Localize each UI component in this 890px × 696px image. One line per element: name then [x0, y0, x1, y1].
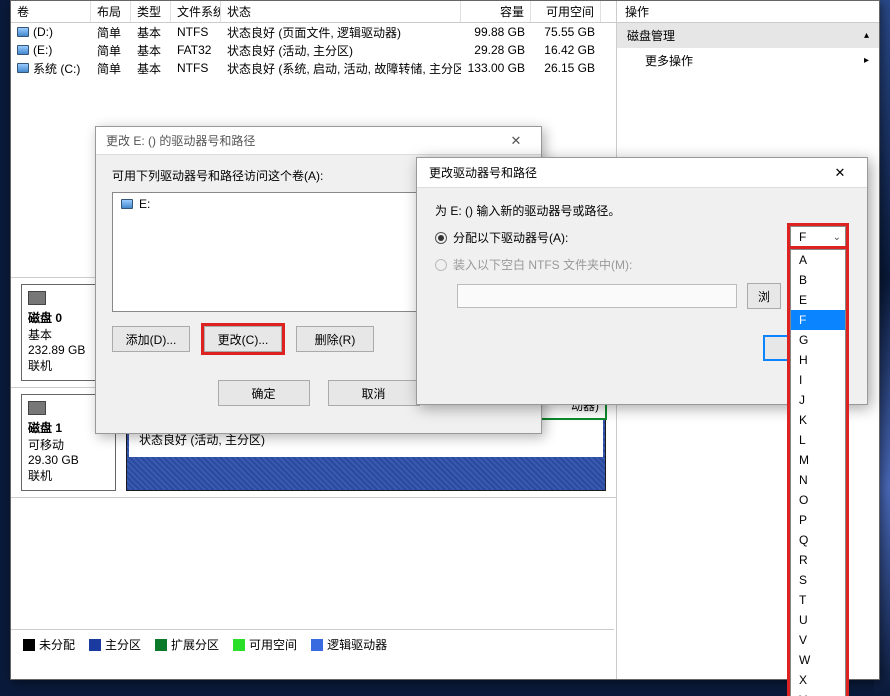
cancel-button[interactable]: 取消 — [328, 380, 420, 406]
drive-letter-combo[interactable]: F ⌄ — [790, 226, 846, 248]
dialog2-intro: 为 E: () 输入新的驱动器号或路径。 — [435, 202, 849, 219]
col-status[interactable]: 状态 — [221, 1, 461, 22]
drive-letter-option[interactable]: H — [791, 350, 845, 370]
mount-path-input — [457, 284, 737, 308]
browse-button[interactable]: 浏 — [747, 283, 781, 309]
drive-letter-option[interactable]: G — [791, 330, 845, 350]
radio-assign-letter[interactable]: 分配以下驱动器号(A): — [435, 229, 849, 246]
col-capacity[interactable]: 容量 — [461, 1, 531, 22]
volume-name: (E:) — [33, 43, 52, 57]
volume-icon — [121, 199, 133, 209]
drive-letter-option[interactable]: K — [791, 410, 845, 430]
volume-table: (D:) 简单 基本 NTFS 状态良好 (页面文件, 逻辑驱动器) 99.88… — [11, 23, 616, 77]
drive-letter-option[interactable]: L — [791, 430, 845, 450]
ok-button[interactable]: 确定 — [218, 380, 310, 406]
col-layout[interactable]: 布局 — [91, 1, 131, 22]
drive-letter-option[interactable]: R — [791, 550, 845, 570]
col-volume[interactable]: 卷 — [11, 1, 91, 22]
drive-letter-option[interactable]: T — [791, 590, 845, 610]
volume-row[interactable]: (D:) 简单 基本 NTFS 状态良好 (页面文件, 逻辑驱动器) 99.88… — [11, 23, 616, 41]
drive-letter-option[interactable]: U — [791, 610, 845, 630]
triangle-up-icon: ▴ — [864, 30, 869, 41]
drive-letter-option[interactable]: B — [791, 270, 845, 290]
add-button[interactable]: 添加(D)... — [112, 326, 190, 352]
close-icon[interactable]: ✕ — [825, 165, 855, 181]
col-type[interactable]: 类型 — [131, 1, 171, 22]
chevron-down-icon: ⌄ — [833, 232, 841, 243]
drive-letter-option[interactable]: J — [791, 390, 845, 410]
volume-row[interactable]: 系统 (C:) 简单 基本 NTFS 状态良好 (系统, 启动, 活动, 故障转… — [11, 59, 616, 77]
drive-letter-option[interactable]: S — [791, 570, 845, 590]
disk-icon — [28, 401, 46, 415]
remove-button[interactable]: 删除(R) — [296, 326, 374, 352]
change-button[interactable]: 更改(C)... — [204, 326, 282, 352]
drive-letter-option[interactable]: V — [791, 630, 845, 650]
drive-letter-option[interactable]: P — [791, 510, 845, 530]
drive-letter-option[interactable]: Y — [791, 690, 845, 696]
disk-icon — [28, 291, 46, 305]
drive-letter-option[interactable]: X — [791, 670, 845, 690]
radio-mount-folder[interactable]: 装入以下空白 NTFS 文件夹中(M): — [435, 256, 849, 273]
drive-letter-option[interactable]: Q — [791, 530, 845, 550]
actions-disk-management[interactable]: 磁盘管理 ▴ — [617, 23, 879, 48]
actions-header: 操作 — [617, 1, 879, 23]
drive-letter-option[interactable]: F — [791, 310, 845, 330]
volume-icon — [17, 27, 29, 37]
dialog2-title: 更改驱动器号和路径 — [429, 164, 537, 181]
triangle-right-icon: ▸ — [864, 55, 869, 66]
combo-value: F — [799, 230, 806, 244]
volume-name: (D:) — [33, 25, 53, 39]
volume-icon — [17, 45, 29, 55]
dialog1-title: 更改 E: () 的驱动器号和路径 — [106, 132, 255, 149]
radio-dot-icon — [435, 259, 447, 271]
drive-letter-option[interactable]: M — [791, 450, 845, 470]
drive-letter-option[interactable]: E — [791, 290, 845, 310]
col-free[interactable]: 可用空间 — [531, 1, 601, 22]
col-fs[interactable]: 文件系统 — [171, 1, 221, 22]
drive-letter-option[interactable]: O — [791, 490, 845, 510]
drive-letter-dropdown[interactable]: ABEFGHIJKLMNOPQRSTUVWXYZ — [790, 249, 846, 696]
actions-more[interactable]: 更多操作 ▸ — [617, 48, 879, 73]
drive-letter-option[interactable]: I — [791, 370, 845, 390]
drive-letter-option[interactable]: N — [791, 470, 845, 490]
volume-table-header: 卷 布局 类型 文件系统 状态 容量 可用空间 — [11, 1, 616, 23]
volume-icon — [17, 63, 29, 73]
drive-letter-option[interactable]: W — [791, 650, 845, 670]
legend: 未分配 主分区 扩展分区 可用空间 逻辑驱动器 — [11, 629, 614, 659]
radio-dot-icon — [435, 232, 447, 244]
close-icon[interactable]: ✕ — [501, 133, 531, 149]
volume-name: 系统 (C:) — [33, 60, 80, 77]
drive-letter-option[interactable]: A — [791, 250, 845, 270]
volume-row[interactable]: (E:) 简单 基本 FAT32 状态良好 (活动, 主分区) 29.28 GB… — [11, 41, 616, 59]
